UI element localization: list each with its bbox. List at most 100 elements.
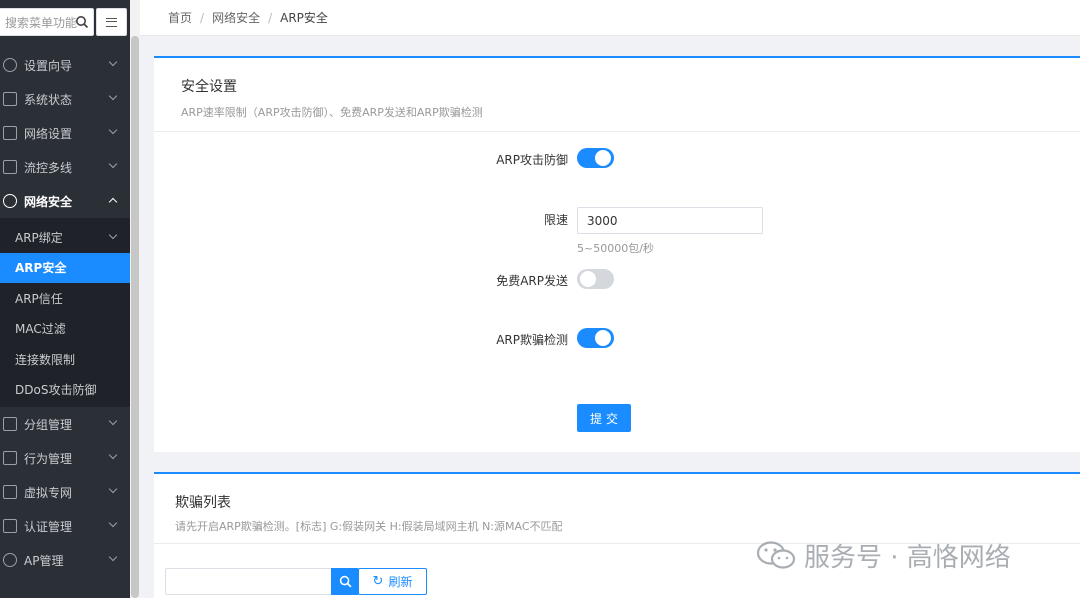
rate-limit-hint: 5~50000包/秒 [577, 242, 654, 255]
submenu-item-arp-trust[interactable]: ARP信任 [0, 283, 130, 314]
gratuitous-arp-toggle[interactable] [577, 269, 614, 289]
sidebar-item-label: 系统状态 [24, 92, 73, 107]
sidebar: 搜索菜单功能 设置向导 系统状态 网络设置 流控多线 网络安全 ARP绑定 AR… [0, 0, 130, 598]
sidebar-item-network-security[interactable]: 网络安全 [0, 184, 130, 218]
card-header: 安全设置 ARP速率限制（ARP攻击防御）、免费ARP发送和ARP欺骗检测 [154, 58, 1080, 132]
chevron-down-icon [108, 91, 118, 101]
breadcrumb-home[interactable]: 首页 [168, 9, 192, 26]
hamburger-icon [106, 17, 117, 27]
menu-toggle-button[interactable] [96, 8, 127, 36]
behavior-icon [3, 451, 17, 465]
group-icon [3, 417, 17, 431]
toggle-knob [595, 150, 611, 166]
submenu-network-security: ARP绑定 ARP安全 ARP信任 MAC过滤 连接数限制 DDoS攻击防御 [0, 218, 130, 407]
rate-limit-row: 限速 3000 5~50000包/秒 [154, 207, 1080, 255]
refresh-button[interactable]: ↻ 刷新 [358, 568, 427, 595]
card-header: 欺骗列表 请先开启ARP欺骗检测。[标志] G:假装网关 H:假装局域网主机 N… [154, 474, 1080, 544]
submenu-item-ddos-defense[interactable]: DDoS攻击防御 [0, 375, 130, 406]
wifi-icon [3, 553, 17, 567]
chevron-down-icon [108, 552, 118, 562]
sidebar-nav: 设置向导 系统状态 网络设置 流控多线 网络安全 ARP绑定 ARP安全 ARP… [0, 48, 130, 577]
submenu-item-label: ARP安全 [15, 261, 67, 276]
submenu-item-connection-limit[interactable]: 连接数限制 [0, 344, 130, 375]
chart-icon [3, 92, 17, 106]
toggle-knob [595, 330, 611, 346]
chevron-down-icon [108, 125, 118, 135]
rate-limit-input[interactable]: 3000 [577, 207, 763, 234]
chevron-down-icon [108, 416, 118, 426]
chevron-down-icon [108, 518, 118, 528]
card-description: ARP速率限制（ARP攻击防御）、免费ARP发送和ARP欺骗检测 [181, 106, 483, 119]
sidebar-item-network-settings[interactable]: 网络设置 [0, 116, 130, 150]
spoof-list-search-button[interactable] [331, 568, 359, 595]
sidebar-scrollbar[interactable] [130, 0, 140, 598]
card-description: 请先开启ARP欺骗检测。[标志] G:假装网关 H:假装局域网主机 N:源MAC… [175, 520, 563, 533]
submenu-item-label: ARP绑定 [15, 230, 63, 245]
submenu-item-label: DDoS攻击防御 [15, 383, 97, 398]
arp-attack-defense-label: ARP攻击防御 [496, 153, 568, 167]
submenu-item-arp-security[interactable]: ARP安全 [0, 252, 130, 283]
menu-search-row: 搜索菜单功能 [0, 8, 130, 36]
sidebar-item-label: 分组管理 [24, 417, 73, 432]
sidebar-item-system-status[interactable]: 系统状态 [0, 82, 130, 116]
menu-search-placeholder: 搜索菜单功能 [5, 15, 78, 30]
sidebar-item-label: 行为管理 [24, 451, 73, 466]
scrollbar-thumb[interactable] [131, 36, 139, 598]
vpn-icon [3, 485, 17, 499]
sidebar-item-behavior-management[interactable]: 行为管理 [0, 441, 130, 475]
spoof-list-card: 欺骗列表 请先开启ARP欺骗检测。[标志] G:假装网关 H:假装局域网主机 N… [154, 472, 1080, 598]
auth-icon [3, 519, 17, 533]
breadcrumb-separator: / [268, 10, 273, 25]
compass-icon [3, 58, 17, 72]
sidebar-item-auth-management[interactable]: 认证管理 [0, 509, 130, 543]
card-title: 欺骗列表 [175, 495, 231, 511]
arp-spoof-detect-label: ARP欺骗检测 [496, 333, 568, 347]
chevron-down-icon [108, 484, 118, 494]
chevron-up-icon [108, 197, 118, 207]
card-title: 安全设置 [181, 79, 237, 95]
sidebar-item-setup-wizard[interactable]: 设置向导 [0, 48, 130, 82]
refresh-label: 刷新 [388, 575, 413, 589]
breadcrumb-network-security[interactable]: 网络安全 [212, 9, 260, 26]
security-settings-card: 安全设置 ARP速率限制（ARP攻击防御）、免费ARP发送和ARP欺骗检测 AR… [154, 56, 1080, 452]
sidebar-item-label: AP管理 [24, 553, 64, 568]
watermark: 服务号 · 高恪网络 [756, 537, 1011, 573]
sidebar-item-vpn[interactable]: 虚拟专网 [0, 475, 130, 509]
search-icon [339, 575, 352, 588]
toggle-knob [580, 271, 596, 287]
chevron-down-icon [108, 450, 118, 460]
submenu-item-arp-binding[interactable]: ARP绑定 [0, 222, 130, 253]
arp-spoof-detect-toggle[interactable] [577, 328, 614, 348]
submenu-item-mac-filter[interactable]: MAC过滤 [0, 314, 130, 345]
wechat-icon [756, 541, 796, 569]
chevron-down-icon [108, 230, 118, 240]
gratuitous-arp-label: 免费ARP发送 [496, 274, 568, 288]
sidebar-item-label: 虚拟专网 [24, 485, 73, 500]
sidebar-item-group-management[interactable]: 分组管理 [0, 407, 130, 441]
chevron-down-icon [108, 159, 118, 169]
arp-attack-defense-row: ARP攻击防御 [154, 148, 1080, 170]
spoof-list-search-input[interactable] [165, 568, 332, 595]
chevron-down-icon [108, 57, 118, 67]
search-icon[interactable] [75, 15, 89, 29]
sidebar-item-label: 设置向导 [24, 58, 73, 73]
breadcrumb-separator: / [200, 10, 205, 25]
sidebar-item-label: 网络设置 [24, 126, 73, 141]
refresh-icon: ↻ [372, 574, 384, 589]
watermark-text: 服务号 · 高恪网络 [804, 542, 1011, 573]
arp-attack-defense-toggle[interactable] [577, 148, 614, 168]
submenu-item-label: MAC过滤 [15, 322, 66, 337]
submenu-item-label: 连接数限制 [15, 352, 76, 367]
sidebar-item-label: 认证管理 [24, 519, 73, 534]
breadcrumb: 首页 / 网络安全 / ARP安全 [140, 0, 1080, 36]
network-icon [3, 126, 17, 140]
sidebar-item-label: 网络安全 [24, 194, 73, 209]
flow-icon [3, 160, 17, 174]
breadcrumb-current: ARP安全 [280, 11, 328, 25]
menu-search-input[interactable]: 搜索菜单功能 [0, 8, 94, 36]
submenu-item-label: ARP信任 [15, 291, 63, 306]
sidebar-item-flow-control[interactable]: 流控多线 [0, 150, 130, 184]
sidebar-item-ap-management[interactable]: AP管理 [0, 543, 130, 577]
submit-button[interactable]: 提交 [577, 404, 631, 432]
sidebar-item-label: 流控多线 [24, 160, 73, 175]
